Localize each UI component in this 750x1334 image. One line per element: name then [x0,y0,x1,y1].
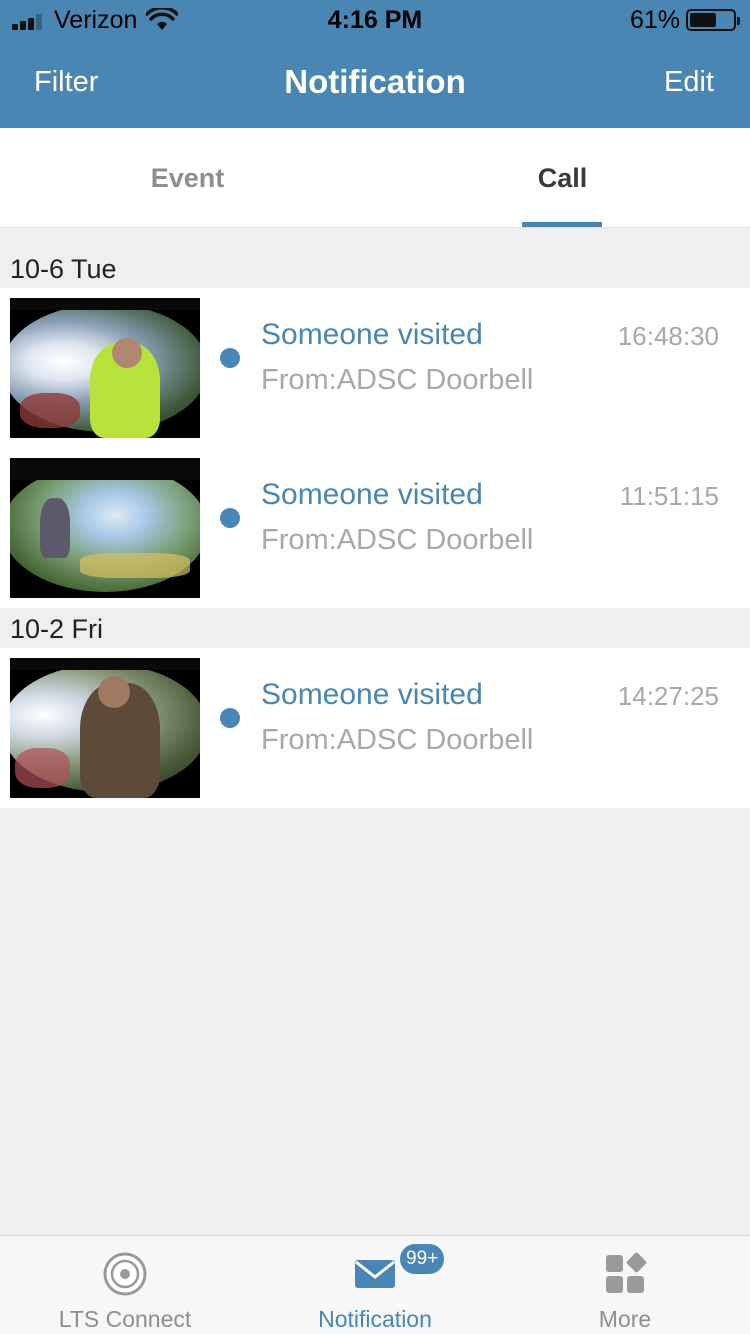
segment-tabs: Event Call [0,128,750,228]
snapshot-thumbnail [10,658,200,798]
bottom-tab-bar: LTS Connect 99+ Notification More [0,1235,750,1334]
notification-badge: 99+ [400,1244,445,1274]
tab-call[interactable]: Call [375,128,750,228]
notification-source: From:ADSC Doorbell [261,524,534,556]
unread-dot [220,508,240,528]
notification-source: From:ADSC Doorbell [261,364,534,396]
tabbar-item-lts-connect[interactable]: LTS Connect [0,1236,250,1334]
tabbar-label: Notification [318,1306,432,1332]
navigation-bar: Verizon 4:16 PM 61% Filter Notification … [0,0,750,128]
unread-dot [220,708,240,728]
page-title: Notification [284,63,466,100]
active-tab-indicator [522,222,602,227]
notification-title: Someone visited [261,478,483,511]
status-bar: Verizon 4:16 PM 61% [0,0,750,40]
tabbar-item-notification[interactable]: 99+ Notification [250,1236,500,1334]
tab-event[interactable]: Event [0,128,375,228]
camera-lens-icon [103,1252,147,1296]
notification-time: 11:51:15 [619,481,719,511]
tabbar-label: More [598,1306,652,1332]
tabbar-item-more[interactable]: More [500,1236,750,1334]
snapshot-thumbnail [10,458,200,598]
envelope-icon [355,1260,395,1288]
notification-title: Someone visited [261,678,483,711]
tabbar-label: LTS Connect [58,1306,192,1332]
list-item[interactable]: Someone visited From:ADSC Doorbell 16:48… [0,288,750,448]
notification-title: Someone visited [261,318,483,351]
grid-icon [606,1252,647,1293]
snapshot-thumbnail [10,298,200,438]
unread-dot [220,348,240,368]
battery-icon [686,9,740,31]
notification-time: 16:48:30 [617,321,719,351]
battery-percent: 61% [629,6,680,34]
section-header: 10-6 Tue [0,248,750,288]
notification-source: From:ADSC Doorbell [261,724,534,756]
list-item[interactable]: Someone visited From:ADSC Doorbell 11:51… [0,448,750,608]
list-item[interactable]: Someone visited From:ADSC Doorbell 14:27… [0,648,750,808]
section-header: 10-2 Fri [0,608,750,648]
notification-time: 14:27:25 [617,681,719,711]
edit-button[interactable]: Edit [664,66,714,99]
